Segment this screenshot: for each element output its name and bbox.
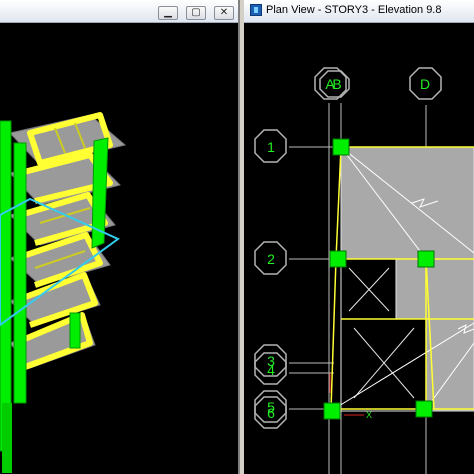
column-front-left <box>0 120 12 452</box>
plan-view-title: Plan View - STORY3 - Elevation 9.8 <box>266 4 442 16</box>
3d-view-window[interactable]: ▁ ▢ ✕ <box>0 0 240 474</box>
column-back-bottom <box>69 312 81 349</box>
grid-label-4: 4 <box>267 362 275 378</box>
grid-label-2: 2 <box>267 251 275 267</box>
column-front-2 <box>13 142 27 404</box>
column-A6 <box>323 402 341 420</box>
grid-label-1: 1 <box>267 139 275 155</box>
maximize-button[interactable]: ▢ <box>186 6 206 20</box>
column-A2 <box>329 250 347 268</box>
plan-view-titlebar[interactable]: Plan View - STORY3 - Elevation 9.8 <box>244 0 474 23</box>
minimize-button[interactable]: ▁ <box>158 6 178 20</box>
3d-view-titlebar[interactable]: ▁ ▢ ✕ <box>0 0 238 23</box>
plan-view-viewport[interactable]: X A B D 1 2 3 4 5 6 <box>244 23 474 474</box>
plan-view-drawing: X A B D 1 2 3 4 5 6 <box>254 67 474 474</box>
slab-panel-2 <box>395 258 474 320</box>
minimize-icon: ▁ <box>164 7 172 18</box>
slab-panel-1 <box>340 146 474 260</box>
column-A1 <box>332 138 350 156</box>
app-icon <box>250 4 262 16</box>
maximize-icon: ▢ <box>191 7 201 18</box>
grid-label-B: B <box>332 76 341 92</box>
3d-building-model <box>0 112 127 473</box>
close-button[interactable]: ✕ <box>214 6 234 20</box>
column-D2 <box>417 250 435 268</box>
grid-label-6: 6 <box>267 405 275 421</box>
3d-model-viewport[interactable] <box>0 23 238 474</box>
column-D6 <box>415 400 433 418</box>
close-icon: ✕ <box>219 7 229 18</box>
x-axis-label: X <box>366 410 372 420</box>
grid-label-D: D <box>420 76 430 92</box>
plan-view-window[interactable]: Plan View - STORY3 - Elevation 9.8 X A B… <box>244 0 474 474</box>
